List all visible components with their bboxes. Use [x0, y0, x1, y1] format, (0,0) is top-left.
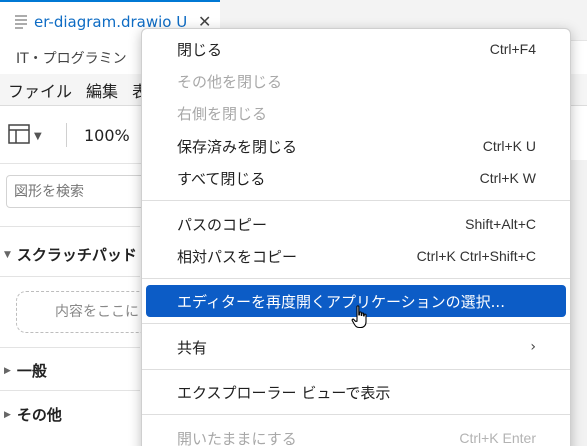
- menu-item-reveal-in-explorer[interactable]: エクスプローラー ビューで表示: [146, 376, 566, 408]
- menu-file[interactable]: ファイル: [8, 78, 72, 102]
- menu-item-label: エディターを再度開くアプリケーションの選択...: [177, 292, 505, 311]
- menu-item-label: エクスプローラー ビューで表示: [177, 383, 391, 402]
- file-lines-icon: [14, 13, 28, 31]
- menu-item-share[interactable]: 共有 ›: [146, 331, 566, 363]
- menu-separator: [142, 200, 570, 201]
- sidebar-divider: [0, 226, 140, 227]
- scratchpad-drop-text: 内容をここにド: [55, 304, 153, 320]
- menu-item-shortcut: Ctrl+F4: [489, 41, 536, 57]
- zoom-level[interactable]: 100%: [84, 126, 130, 145]
- scratchpad-section-header[interactable]: ▼ スクラッチパッド: [4, 244, 137, 265]
- menu-item-close-right[interactable]: 右側を閉じる: [146, 97, 566, 129]
- scratchpad-drop-zone[interactable]: 内容をここにド: [16, 291, 156, 333]
- menu-item-copy-relative-path[interactable]: 相対パスをコピー Ctrl+K Ctrl+Shift+C: [146, 240, 566, 272]
- menu-item-close-all[interactable]: すべて閉じる Ctrl+K W: [146, 162, 566, 194]
- triangle-right-icon: ▶: [4, 409, 11, 420]
- scratchpad-label: スクラッチパッド: [16, 246, 137, 264]
- general-section-label: 一般: [16, 362, 47, 380]
- menu-item-close[interactable]: 閉じる Ctrl+F4: [146, 33, 566, 65]
- panel-layout-icon: [8, 124, 30, 148]
- menu-item-label: 開いたままにする: [177, 429, 297, 446]
- menu-item-label: 閉じる: [177, 40, 223, 59]
- menu-separator: [142, 369, 570, 370]
- breadcrumb-label[interactable]: IT・プログラミン: [16, 48, 127, 68]
- shape-search-input[interactable]: [6, 175, 146, 208]
- menu-item-label: その他を閉じる: [177, 72, 283, 91]
- triangle-right-icon: ▶: [4, 365, 11, 376]
- layout-toggle-button[interactable]: ▼: [8, 124, 42, 148]
- tab-context-menu: 閉じる Ctrl+F4 その他を閉じる 右側を閉じる 保存済みを閉じる Ctrl…: [141, 28, 571, 446]
- menu-item-label: 相対パスをコピー: [177, 247, 298, 266]
- menu-item-shortcut: Shift+Alt+C: [465, 216, 536, 232]
- menu-separator: [142, 414, 570, 415]
- hand-pointer-icon: [351, 305, 369, 333]
- menu-item-shortcut: Ctrl+K U: [482, 138, 536, 154]
- menu-item-close-saved[interactable]: 保存済みを閉じる Ctrl+K U: [146, 130, 566, 162]
- menu-item-shortcut: Ctrl+K Enter: [459, 430, 536, 446]
- menu-item-label: 右側を閉じる: [177, 104, 268, 123]
- sidebar-divider: [0, 390, 140, 391]
- triangle-down-icon: ▼: [4, 249, 11, 260]
- menu-item-copy-path[interactable]: パスのコピー Shift+Alt+C: [146, 208, 566, 240]
- menu-item-label: 共有: [177, 338, 208, 357]
- menu-separator: [142, 278, 570, 279]
- toolbar-divider: [66, 123, 67, 147]
- menu-item-label: 保存済みを閉じる: [177, 137, 298, 156]
- menu-item-close-others[interactable]: その他を閉じる: [146, 65, 566, 97]
- chevron-down-icon: ▼: [34, 130, 42, 142]
- menu-edit[interactable]: 編集: [86, 78, 118, 102]
- sidebar-divider: [0, 347, 140, 348]
- sidebar-divider: [0, 276, 140, 277]
- menu-item-shortcut: Ctrl+K Ctrl+Shift+C: [416, 248, 536, 264]
- format-panel-edge: [570, 160, 587, 446]
- chevron-right-icon: ›: [530, 339, 536, 355]
- misc-section-header[interactable]: ▶ その他: [4, 404, 62, 425]
- menu-item-label: パスのコピー: [177, 215, 268, 234]
- misc-section-label: その他: [16, 406, 62, 424]
- general-section-header[interactable]: ▶ 一般: [4, 360, 47, 381]
- menu-item-shortcut: Ctrl+K W: [479, 170, 536, 186]
- menu-item-label: すべて閉じる: [177, 169, 266, 188]
- menu-item-keep-open[interactable]: 開いたままにする Ctrl+K Enter: [146, 422, 566, 446]
